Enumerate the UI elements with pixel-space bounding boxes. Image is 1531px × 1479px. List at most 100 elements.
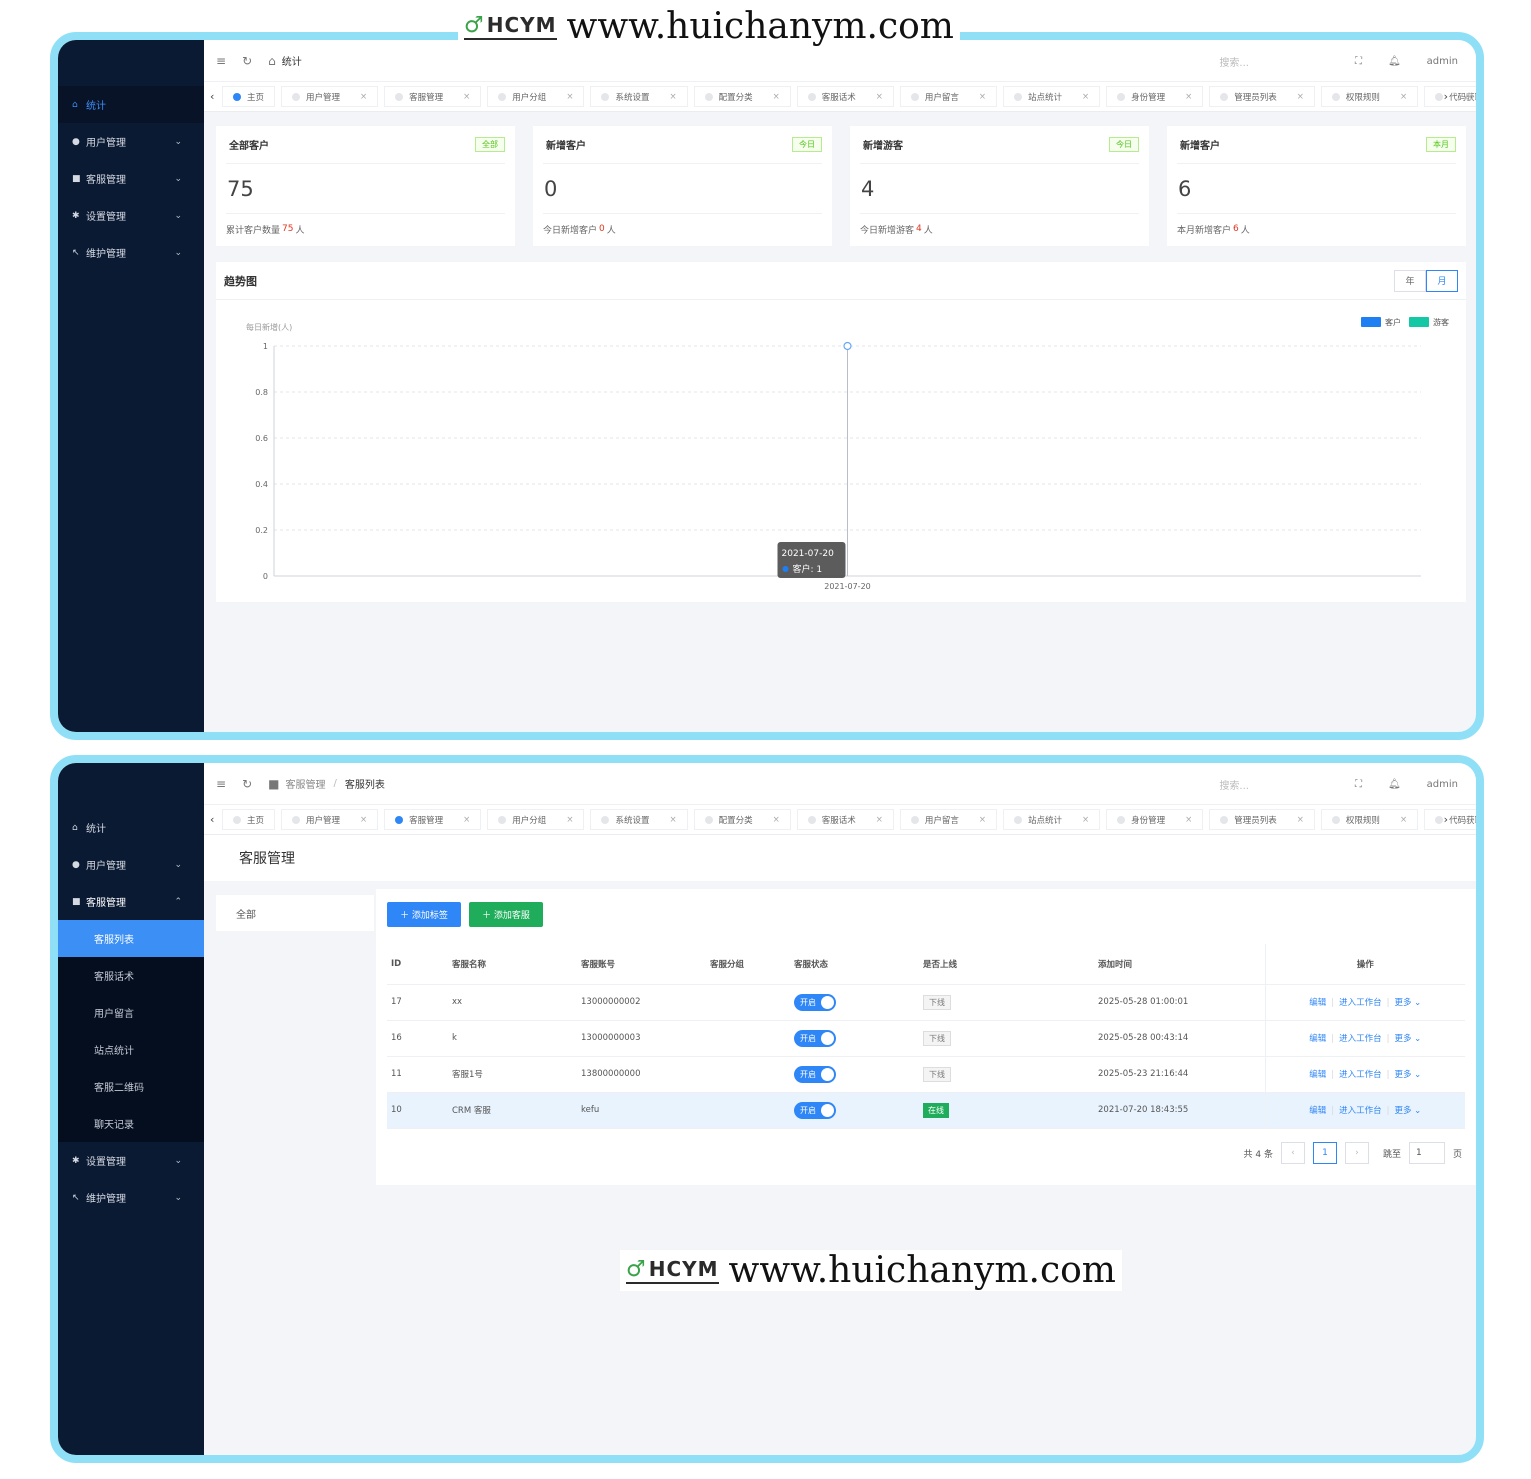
edit-link[interactable]: 编辑 xyxy=(1309,1106,1326,1116)
refresh-icon[interactable]: ↻ xyxy=(242,54,252,68)
fullscreen-icon[interactable]: ⛶ xyxy=(1355,779,1362,790)
sidebar-item-user-mgmt[interactable]: ● 用户管理 ⌄ xyxy=(58,123,204,160)
tab-get-code[interactable]: 代码获取 xyxy=(1424,86,1476,107)
close-icon[interactable]: × xyxy=(566,92,573,102)
tab-config-category[interactable]: 配置分类 × xyxy=(693,809,791,830)
close-icon[interactable]: × xyxy=(876,92,883,102)
tab-identity[interactable]: 身份管理 × xyxy=(1106,809,1204,830)
more-dropdown[interactable]: 更多 ⌄ xyxy=(1394,1034,1421,1044)
sidebar-item-maintain[interactable]: ↖ 维护管理 ⌄ xyxy=(58,1179,204,1216)
close-icon[interactable]: × xyxy=(669,815,676,825)
close-icon[interactable]: × xyxy=(1400,92,1407,102)
edit-link[interactable]: 编辑 xyxy=(1309,998,1326,1008)
close-icon[interactable]: × xyxy=(979,815,986,825)
status-toggle[interactable]: 开启 xyxy=(794,1065,836,1083)
status-toggle[interactable]: 开启 xyxy=(794,993,836,1011)
page-button-current[interactable]: 1 xyxy=(1312,1142,1337,1164)
workbench-link[interactable]: 进入工作台 xyxy=(1339,1034,1382,1044)
sidebar-item-user-mgmt[interactable]: ● 用户管理 ⌄ xyxy=(58,846,204,883)
close-icon[interactable]: × xyxy=(1185,815,1192,825)
tab-user-messages[interactable]: 用户留言 × xyxy=(899,809,997,830)
workbench-link[interactable]: 进入工作台 xyxy=(1339,1106,1382,1116)
close-icon[interactable]: × xyxy=(1082,92,1089,102)
tab-cs-mgmt[interactable]: 客服管理 × xyxy=(384,809,482,830)
sidebar-item-stats[interactable]: ⌂ 统计 xyxy=(58,809,204,846)
sidebar-item-maintain[interactable]: ↖ 维护管理 ⌄ xyxy=(58,234,204,271)
sidebar-item-settings[interactable]: ✱ 设置管理 ⌄ xyxy=(58,1142,204,1179)
close-icon[interactable]: × xyxy=(1082,815,1089,825)
tab-cs-scripts[interactable]: 客服话术 × xyxy=(796,809,894,830)
close-icon[interactable]: × xyxy=(1297,92,1304,102)
workbench-link[interactable]: 进入工作台 xyxy=(1339,998,1382,1008)
close-icon[interactable]: × xyxy=(876,815,883,825)
category-item-all[interactable]: 全部 xyxy=(216,895,374,931)
chevron-left-icon[interactable]: ‹ xyxy=(210,813,214,826)
tab-user-group[interactable]: 用户分组 × xyxy=(487,86,585,107)
bell-icon[interactable]: 🔔︎ xyxy=(1388,779,1401,790)
close-all-icon[interactable]: ⊗ xyxy=(1465,90,1474,103)
status-toggle[interactable]: 开启 xyxy=(794,1029,836,1047)
tab-cs-scripts[interactable]: 客服话术 × xyxy=(796,86,894,107)
sidebar-item-cs-qrcode[interactable]: 客服二维码 xyxy=(58,1068,204,1105)
close-icon[interactable]: × xyxy=(979,92,986,102)
sidebar-item-cs-scripts[interactable]: 客服话术 xyxy=(58,957,204,994)
more-dropdown[interactable]: 更多 ⌄ xyxy=(1394,1106,1421,1116)
close-icon[interactable]: × xyxy=(669,92,676,102)
close-icon[interactable]: × xyxy=(1185,92,1192,102)
tab-identity[interactable]: 身份管理 × xyxy=(1106,86,1204,107)
tab-admin-list[interactable]: 管理员列表 × xyxy=(1209,86,1315,107)
tab-home[interactable]: 主页 xyxy=(222,86,276,107)
add-cs-button[interactable]: ＋ 添加客服 xyxy=(469,902,543,927)
tab-home[interactable]: 主页 xyxy=(222,809,276,830)
more-dropdown[interactable]: 更多 ⌄ xyxy=(1394,998,1421,1008)
next-page-button[interactable]: › xyxy=(1344,1142,1369,1164)
bell-icon[interactable]: 🔔︎ xyxy=(1388,56,1401,67)
menu-toggle-icon[interactable]: ≡ xyxy=(216,54,226,68)
sidebar-item-user-messages[interactable]: 用户留言 xyxy=(58,994,204,1031)
chevron-left-icon[interactable]: ‹ xyxy=(210,90,214,103)
tab-site-stats[interactable]: 站点统计 × xyxy=(1003,809,1101,830)
prev-page-button[interactable]: ‹ xyxy=(1280,1142,1305,1164)
tab-user-messages[interactable]: 用户留言 × xyxy=(899,86,997,107)
tab-config-category[interactable]: 配置分类 × xyxy=(693,86,791,107)
tab-user-mgmt[interactable]: 用户管理 × xyxy=(281,809,379,830)
sidebar-item-site-stats[interactable]: 站点统计 xyxy=(58,1031,204,1068)
sidebar-item-stats[interactable]: ⌂ 统计 xyxy=(58,86,204,123)
breadcrumb-parent[interactable]: 客服管理 xyxy=(285,776,325,791)
user-menu[interactable]: admin xyxy=(1427,779,1458,790)
close-icon[interactable]: × xyxy=(360,92,367,102)
tab-system-settings[interactable]: 系统设置 × xyxy=(590,809,688,830)
period-year-button[interactable]: 年 xyxy=(1394,269,1426,292)
tab-permissions[interactable]: 权限规则 × xyxy=(1320,809,1419,830)
close-icon[interactable]: × xyxy=(566,815,573,825)
tab-user-group[interactable]: 用户分组 × xyxy=(487,809,585,830)
menu-toggle-icon[interactable]: ≡ xyxy=(216,777,226,791)
search-input[interactable]: 搜索... xyxy=(1219,777,1249,792)
tab-get-code[interactable]: 代码获取 xyxy=(1424,809,1476,830)
edit-link[interactable]: 编辑 xyxy=(1309,1034,1326,1044)
add-tag-button[interactable]: ＋ 添加标签 xyxy=(387,902,461,927)
goto-page-input[interactable]: 1 xyxy=(1408,1142,1445,1164)
close-icon[interactable]: × xyxy=(463,92,470,102)
edit-link[interactable]: 编辑 xyxy=(1309,1070,1326,1080)
workbench-link[interactable]: 进入工作台 xyxy=(1339,1070,1382,1080)
tab-admin-list[interactable]: 管理员列表 × xyxy=(1209,809,1315,830)
chevron-right-icon[interactable]: › xyxy=(1444,90,1448,103)
close-icon[interactable]: × xyxy=(773,815,780,825)
period-month-button[interactable]: 月 xyxy=(1426,269,1458,292)
user-menu[interactable]: admin xyxy=(1427,56,1458,67)
chevron-right-icon[interactable]: › xyxy=(1444,813,1448,826)
status-toggle[interactable]: 开启 xyxy=(794,1101,836,1119)
tab-site-stats[interactable]: 站点统计 × xyxy=(1003,86,1101,107)
fullscreen-icon[interactable]: ⛶ xyxy=(1355,56,1362,67)
close-icon[interactable]: × xyxy=(1297,815,1304,825)
tab-user-mgmt[interactable]: 用户管理 × xyxy=(281,86,379,107)
tab-permissions[interactable]: 权限规则 × xyxy=(1320,86,1419,107)
sidebar-item-cs-mgmt[interactable]: ■ 客服管理 ⌃ xyxy=(58,883,204,920)
search-input[interactable]: 搜索... xyxy=(1219,54,1249,69)
close-icon[interactable]: × xyxy=(773,92,780,102)
tab-cs-mgmt[interactable]: 客服管理 × xyxy=(384,86,482,107)
sidebar-item-chat-records[interactable]: 聊天记录 xyxy=(58,1105,204,1142)
sidebar-item-cs-list[interactable]: 客服列表 xyxy=(58,920,204,957)
sidebar-item-cs-mgmt[interactable]: ■ 客服管理 ⌄ xyxy=(58,160,204,197)
